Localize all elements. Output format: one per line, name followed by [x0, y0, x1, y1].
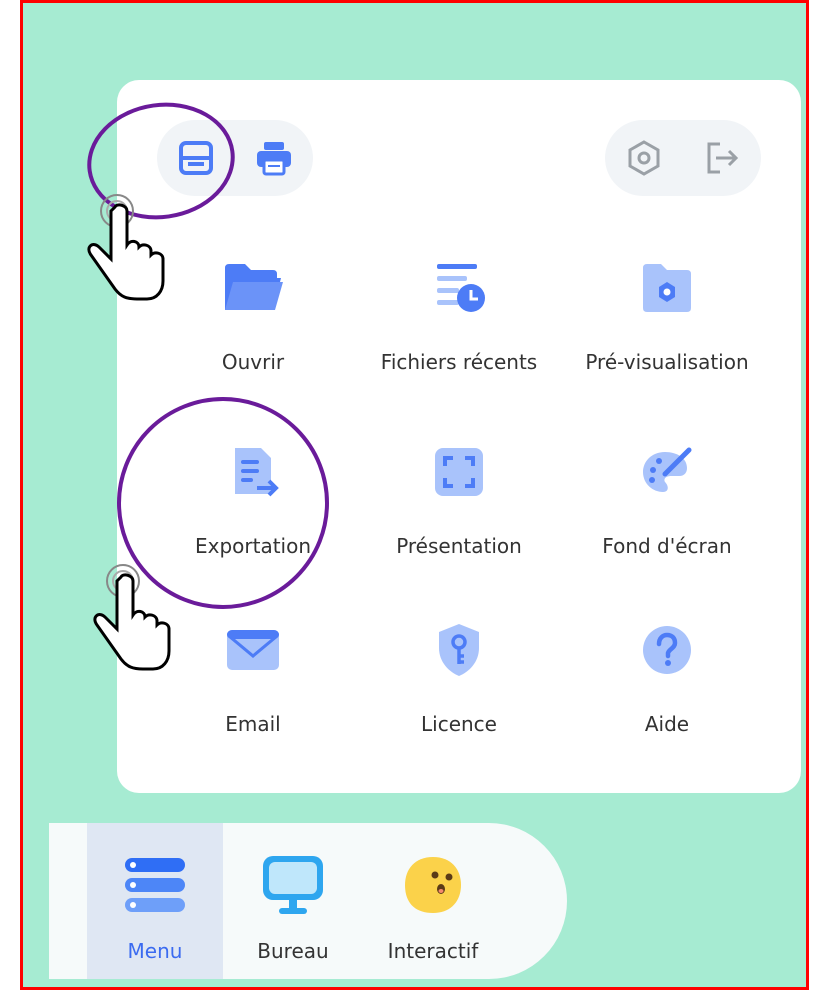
print-button[interactable]	[252, 136, 296, 180]
menu-item-label: Aide	[644, 712, 690, 736]
envelope-icon	[227, 630, 279, 670]
menu-item-open[interactable]: Ouvrir	[153, 248, 353, 374]
exit-button[interactable]	[700, 136, 744, 180]
menu-item-preview[interactable]: Pré-visualisation	[567, 248, 767, 374]
save-button[interactable]	[174, 136, 218, 180]
toolbar-right-group	[605, 120, 761, 196]
screenshot-frame: Ouvrir Fichiers récents Pré-visualisatio…	[20, 0, 809, 990]
recent-files-icon	[437, 264, 485, 312]
menu-item-recent-files[interactable]: Fichiers récents	[359, 248, 559, 374]
bottom-dock: Menu Bureau Interactif	[49, 823, 567, 979]
menu-item-label: Pré-visualisation	[585, 350, 749, 374]
dock-item-label: Interactif	[387, 939, 479, 963]
menu-item-help[interactable]: Aide	[567, 610, 767, 736]
save-icon	[179, 141, 213, 175]
settings-button[interactable]	[622, 136, 666, 180]
export-document-icon	[235, 448, 279, 497]
menu-item-label: Licence	[421, 712, 497, 736]
menu-item-wallpaper[interactable]: Fond d'écran	[567, 432, 767, 558]
fullscreen-icon	[435, 448, 483, 496]
menu-item-label: Ouvrir	[221, 350, 285, 374]
help-question-icon	[643, 626, 691, 674]
shield-key-icon	[439, 624, 479, 676]
menu-item-label: Fond d'écran	[602, 534, 732, 558]
settings-hexagon-icon	[628, 140, 660, 176]
toolbar-left-group	[157, 120, 313, 196]
dock-item-desktop[interactable]: Bureau	[225, 823, 361, 979]
menu-item-export[interactable]: Exportation	[153, 432, 353, 558]
main-menu-panel: Ouvrir Fichiers récents Pré-visualisatio…	[117, 80, 801, 793]
menu-stack-icon	[125, 858, 185, 912]
preview-folder-icon	[643, 264, 691, 312]
menu-item-license[interactable]: Licence	[359, 610, 559, 736]
menu-item-presentation[interactable]: Présentation	[359, 432, 559, 558]
menu-item-email[interactable]: Email	[153, 610, 353, 736]
emoji-face-icon	[405, 857, 461, 913]
menu-item-label: Présentation	[396, 534, 522, 558]
exit-icon	[707, 142, 739, 174]
dock-item-interactive[interactable]: Interactif	[365, 823, 501, 979]
dock-item-label: Menu	[127, 939, 183, 963]
menu-item-label: Fichiers récents	[380, 350, 538, 374]
dock-item-menu[interactable]: Menu	[87, 823, 223, 979]
palette-brush-icon	[643, 447, 692, 492]
menu-item-label: Exportation	[194, 534, 312, 558]
print-icon	[257, 142, 291, 176]
monitor-icon	[263, 856, 323, 914]
folder-icon	[225, 264, 283, 310]
dock-item-label: Bureau	[257, 939, 329, 963]
menu-item-label: Email	[225, 712, 281, 736]
